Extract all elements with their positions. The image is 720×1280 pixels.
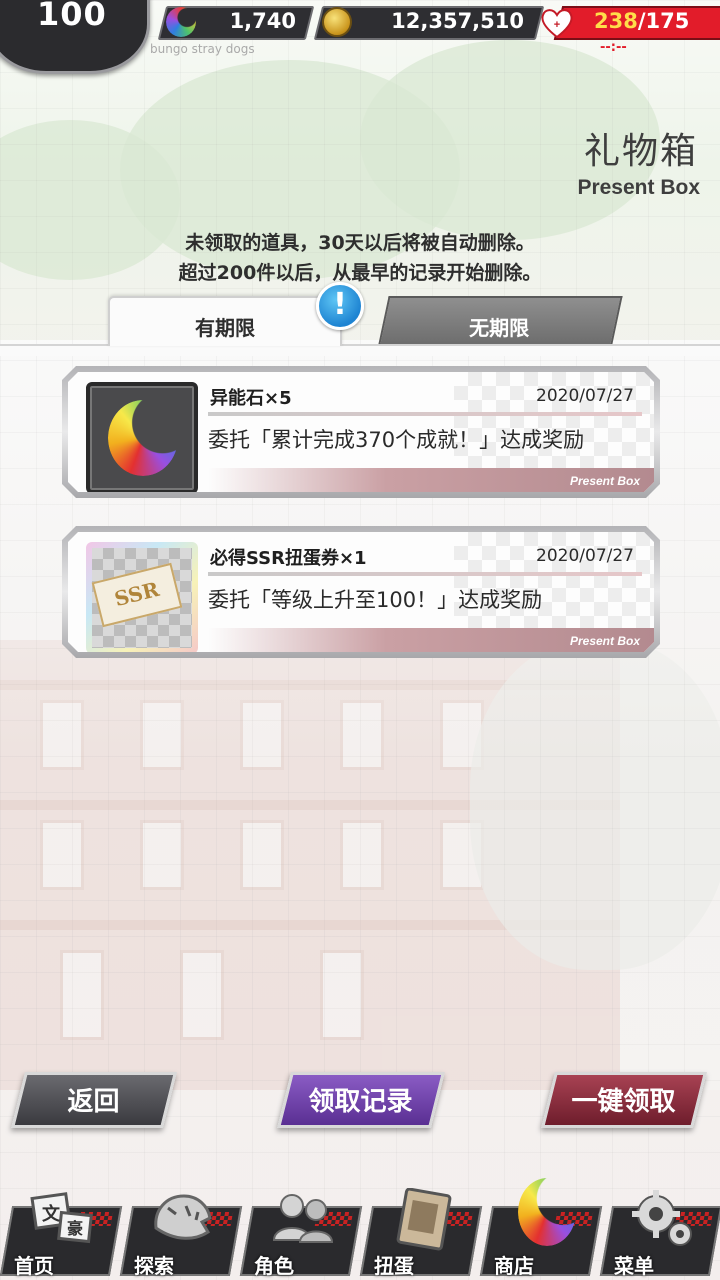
nav-shop[interactable]: 商店 [479,1178,603,1278]
gems-value: 1,740 [229,9,296,33]
level-value: 100 [37,0,107,33]
gold-value: 12,357,510 [391,9,524,33]
nav-explore[interactable]: 探索 [119,1188,243,1278]
gacha-book-icon [396,1188,452,1251]
present-date: 2020/07/27 [536,386,634,406]
coin-icon [322,7,352,37]
alert-icon: ! [316,282,364,330]
present-item[interactable]: 异能石×5 2020/07/27 委托「累计完成370个成就！」达成奖励 Pre… [62,366,660,498]
tab-unlimited[interactable]: 无期限 [378,296,623,346]
present-description: 委托「累计完成370个成就！」达成奖励 [208,428,585,452]
ability-stone-icon [86,382,198,492]
page-title: 礼物箱 [583,131,698,172]
present-description: 委托「等级上升至100！」达成奖励 [208,588,543,612]
present-card-body: 异能石×5 2020/07/27 委托「累计完成370个成就！」达成奖励 Pre… [68,372,654,492]
ability-stone-icon [166,7,196,37]
shop-stone-icon [506,1178,578,1252]
nav-label: 首页 [14,1254,54,1278]
claim-history-button[interactable]: 领取记录 [277,1072,445,1128]
claim-all-button[interactable]: 一键领取 [541,1072,707,1128]
nav-label: 角色 [254,1254,294,1278]
tiger-icon [154,1194,212,1240]
present-name: 异能石×5 [210,388,292,409]
heart-icon: + [541,9,573,39]
nav-label: 商店 [494,1254,534,1278]
home-icon: 文 豪 [30,1192,93,1244]
characters-icon [272,1194,334,1243]
svg-text:+: + [554,19,560,31]
game-subtitle: bungo stray dogs [150,42,255,56]
notice-line-2: 超过200件以后，从最早的记录开始删除。 [178,262,542,284]
tab-limited[interactable]: 有期限 [108,296,342,346]
present-item[interactable]: SSR 必得SSR扭蛋券×1 2020/07/27 委托「等级上升至100！」达… [62,526,660,658]
nav-label: 菜单 [614,1254,654,1278]
present-date: 2020/07/27 [536,546,634,566]
gear-icon [632,1190,692,1246]
bottom-nav: 文 豪 首页 探索 角色 扭蛋 商店 菜单 [0,1178,720,1280]
present-name: 必得SSR扭蛋券×1 [210,548,367,569]
stamina-value: 238/175 [594,9,690,33]
svg-text:豪: 豪 [67,1219,83,1238]
nav-characters[interactable]: 角色 [239,1188,363,1278]
nav-menu[interactable]: 菜单 [599,1188,720,1278]
page-subtitle: Present Box [577,176,700,199]
present-card-body: SSR 必得SSR扭蛋券×1 2020/07/27 委托「等级上升至100！」达… [68,532,654,652]
svg-text:文: 文 [42,1203,61,1225]
nav-label: 扭蛋 [374,1254,414,1278]
notice-line-1: 未领取的道具，30天以后将被自动删除。 [185,232,535,254]
level-badge: 等级 100 [0,0,150,74]
nav-label: 探索 [134,1254,174,1278]
present-tag: Present Box [569,634,640,648]
status-bar: 等级 100 1,740 12,357,510 + 238/175 --:-- … [0,0,720,74]
ssr-ticket-icon: SSR [86,542,198,652]
present-tag: Present Box [569,474,640,488]
nav-gacha[interactable]: 扭蛋 [359,1188,483,1278]
stamina-timer: --:-- [600,40,627,55]
nav-home[interactable]: 文 豪 首页 [0,1188,123,1278]
back-button[interactable]: 返回 [11,1072,177,1128]
